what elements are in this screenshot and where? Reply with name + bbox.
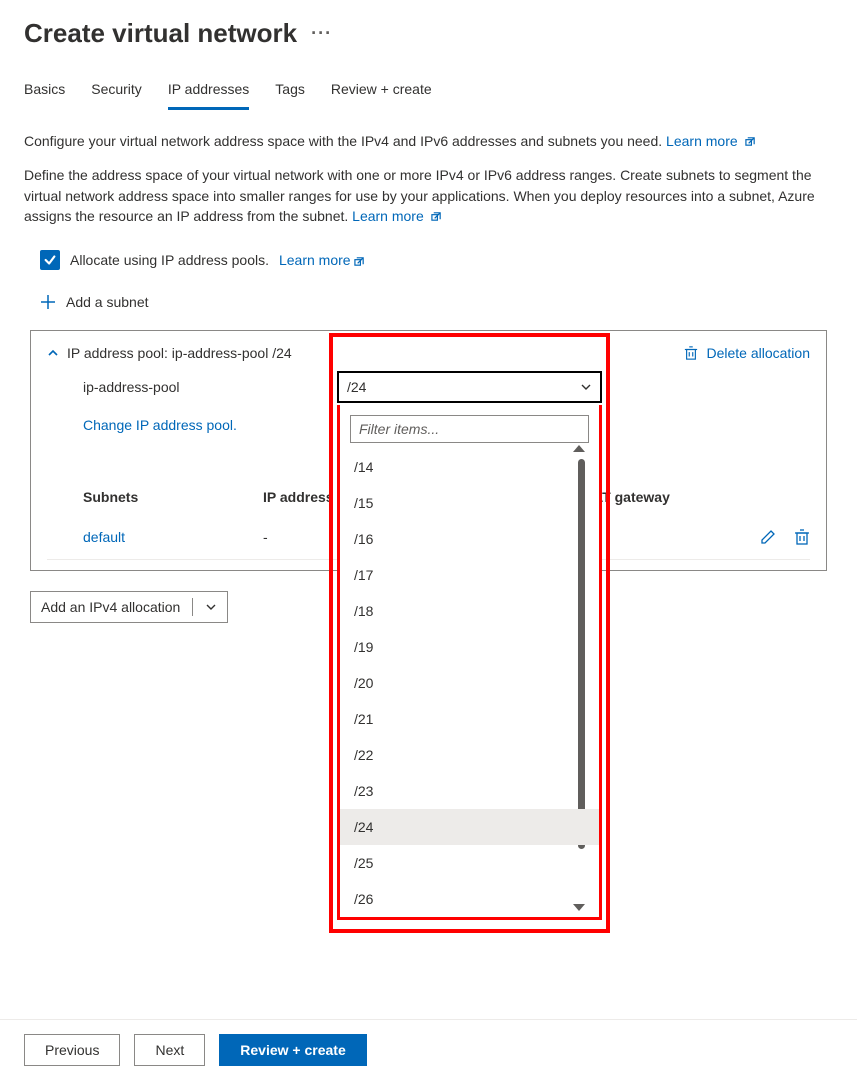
trash-icon[interactable] (794, 529, 810, 545)
learn-more-link-3[interactable]: Learn more (279, 252, 365, 268)
external-link-icon (431, 211, 442, 222)
prefix-option[interactable]: /18 (340, 593, 599, 629)
trash-icon (684, 346, 698, 360)
prefix-option[interactable]: /17 (340, 557, 599, 593)
tab-basics[interactable]: Basics (24, 75, 65, 110)
prefix-option[interactable]: /22 (340, 737, 599, 773)
edit-icon[interactable] (760, 529, 776, 545)
prefix-selected: /24 (347, 379, 366, 395)
prefix-option[interactable]: /16 (340, 521, 599, 557)
page-title: Create virtual network ··· (0, 0, 857, 53)
scroll-down-icon[interactable] (573, 904, 585, 911)
intro-text: Configure your virtual network address s… (24, 133, 662, 149)
prefix-option[interactable]: /24 (340, 809, 599, 845)
more-actions-icon[interactable]: ··· (311, 23, 332, 44)
tab-tags[interactable]: Tags (275, 75, 305, 110)
tabs-bar: Basics Security IP addresses Tags Review… (0, 53, 857, 111)
pool-header-text: IP address pool: ip-address-pool /24 (67, 345, 292, 361)
add-subnet-button[interactable]: Add a subnet (0, 270, 857, 310)
page-title-text: Create virtual network (24, 18, 297, 49)
learn-more-link-2[interactable]: Learn more (352, 208, 441, 224)
delete-allocation-label: Delete allocation (706, 345, 810, 361)
prefix-filter-input[interactable]: Filter items... (350, 415, 589, 443)
external-link-icon (354, 256, 365, 267)
tab-security[interactable]: Security (91, 75, 142, 110)
prefix-option[interactable]: /14 (340, 449, 599, 485)
add-ipv4-allocation-label: Add an IPv4 allocation (41, 599, 180, 615)
prefix-option[interactable]: /19 (340, 629, 599, 665)
prefix-dropdown: Filter items... /14/15/16/17/18/19/20/21… (337, 405, 602, 920)
prefix-option[interactable]: /25 (340, 845, 599, 881)
pool-header[interactable]: IP address pool: ip-address-pool /24 (47, 345, 292, 361)
learn-more-link-1[interactable]: Learn more (666, 133, 755, 149)
intro-paragraph: Configure your virtual network address s… (0, 111, 857, 151)
prefix-option[interactable]: /23 (340, 773, 599, 809)
chevron-down-icon (580, 381, 592, 393)
chevron-up-icon (47, 347, 59, 359)
previous-button[interactable]: Previous (24, 1034, 120, 1066)
separator (192, 598, 193, 616)
chevron-down-icon (205, 601, 217, 613)
col-subnets: Subnets (83, 489, 263, 505)
prefix-option[interactable]: /15 (340, 485, 599, 521)
prefix-combo-button[interactable]: /24 (337, 371, 602, 403)
prefix-option[interactable]: /26 (340, 881, 599, 917)
subnet-link[interactable]: default (83, 529, 125, 545)
footer-bar: Previous Next Review + create (0, 1019, 857, 1080)
tab-review-create[interactable]: Review + create (331, 75, 432, 110)
change-ip-pool-link[interactable]: Change IP address pool. (83, 417, 237, 433)
external-link-icon (745, 136, 756, 147)
delete-allocation-button[interactable]: Delete allocation (684, 345, 810, 361)
prefix-option[interactable]: /20 (340, 665, 599, 701)
tab-ip-addresses[interactable]: IP addresses (168, 75, 249, 110)
prefix-combo: /24 Filter items... /14/15/16/17/18/19/2… (337, 371, 602, 403)
allocate-pools-checkbox[interactable] (40, 250, 60, 270)
add-subnet-label: Add a subnet (66, 294, 149, 310)
pool-name: ip-address-pool (83, 379, 313, 395)
ip-pool-panel: IP address pool: ip-address-pool /24 Del… (30, 330, 827, 571)
allocate-pools-label: Allocate using IP address pools. (70, 252, 269, 268)
add-ipv4-allocation-button[interactable]: Add an IPv4 allocation (30, 591, 228, 623)
next-button[interactable]: Next (134, 1034, 205, 1066)
prefix-option[interactable]: /21 (340, 701, 599, 737)
review-create-button[interactable]: Review + create (219, 1034, 366, 1066)
description-paragraph: Define the address space of your virtual… (0, 151, 857, 226)
allocate-pools-row: Allocate using IP address pools. Learn m… (0, 226, 857, 270)
